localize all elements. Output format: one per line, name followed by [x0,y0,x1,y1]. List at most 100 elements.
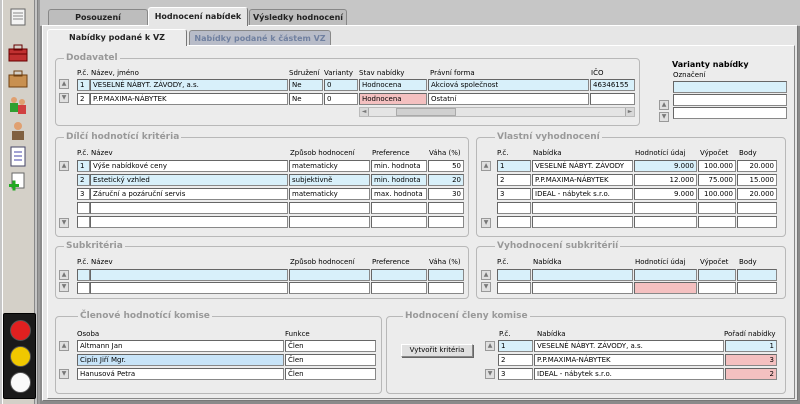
varianty-row1[interactable] [673,81,787,93]
subtab-nabidky-casti-vz[interactable]: Nabídky podané k částem VZ [189,30,331,46]
subkriteria-row1-nazev[interactable] [90,269,288,281]
clenem-row2-poradi[interactable]: 3 [725,354,777,366]
scroll-right-arrow[interactable]: ► [625,108,634,116]
scroll-down-arrow[interactable]: ▼ [59,93,69,103]
kriteria-row5-nazev[interactable] [90,216,288,228]
kriteria-row4-nazev[interactable] [90,202,288,214]
subkriteria-row2-vaha[interactable] [428,282,464,294]
kriteria-row5-vaha[interactable] [428,216,464,228]
vlastni-row4-vypocet[interactable] [698,202,736,214]
row2-sdruzeni[interactable]: Ne [289,93,323,105]
varianty-row3[interactable] [673,107,787,119]
varianty-up-arrow[interactable]: ▲ [659,100,669,110]
vlastni-row4-pc[interactable] [497,202,531,214]
row1-sdruzeni[interactable]: Ne [289,79,323,91]
subkriteria-row2-pc[interactable] [77,282,90,294]
kriteria-row5-pc[interactable] [77,216,90,228]
komise-down-arrow[interactable]: ▼ [59,369,69,379]
vytvorit-kriteria-button[interactable]: Vytvořit kritéria [401,344,473,357]
row2-stav[interactable]: Hodnocena [359,93,427,105]
varianty-down-arrow[interactable]: ▼ [659,112,669,122]
vlastni-row4-udaj[interactable] [634,202,697,214]
horizontal-scrollbar[interactable]: ◄ ► [359,107,635,117]
vlastni-row3-body[interactable]: 20.000 [737,188,777,200]
people-icon[interactable] [5,92,31,118]
row1-ico[interactable]: 46346155 [590,79,635,91]
kriteria-row2-pc[interactable]: 2 [77,174,90,186]
subkriteria-row2-pref[interactable] [371,282,427,294]
person-icon[interactable] [5,118,31,144]
row1-nazev[interactable]: VESELNÉ NÁBYT. ZÁVODY, a.s. [90,79,288,91]
vyhsub-row2-udaj[interactable] [634,282,697,294]
row2-ico[interactable] [590,93,635,105]
komise-row3-funkce[interactable]: Člen [285,368,376,380]
kriteria-row4-pref[interactable] [371,202,427,214]
kriteria-down-arrow[interactable]: ▼ [59,218,69,228]
vlastni-row5-udaj[interactable] [634,216,697,228]
kriteria-up-arrow[interactable]: ▲ [59,161,69,171]
vlastni-row3-udaj[interactable]: 9.000 [634,188,697,200]
vlastni-row1-pc[interactable]: 1 [497,160,531,172]
kriteria-row2-nazev[interactable]: Estetický vzhled [90,174,288,186]
clenem-up-arrow[interactable]: ▲ [485,341,495,351]
subkriteria-row2-zpusob[interactable] [289,282,370,294]
komise-row3-osoba[interactable]: Hanusová Petra [77,368,284,380]
clenem-row1-nabidka[interactable]: VESELNÉ NÁBYT. ZÁVODY, a.s. [534,340,724,352]
kriteria-row2-zpusob[interactable]: subjektivně [289,174,370,186]
kriteria-row4-pc[interactable] [77,202,90,214]
kriteria-row3-pref[interactable]: max. hodnota [371,188,427,200]
scrollbar-thumb[interactable] [396,108,456,116]
kriteria-row4-zpusob[interactable] [289,202,370,214]
kriteria-row2-vaha[interactable]: 20 [428,174,464,186]
vyhsub-row1-nabidka[interactable] [532,269,633,281]
vlastni-row2-body[interactable]: 15.000 [737,174,777,186]
kriteria-row1-pc[interactable]: 1 [77,160,90,172]
kriteria-row2-pref[interactable]: min. hodnota [371,174,427,186]
vlastni-row3-pc[interactable]: 3 [497,188,531,200]
clenem-row3-nabidka[interactable]: IDEAL - nábytek s.r.o. [534,368,724,380]
vyhsub-row1-pc[interactable] [497,269,531,281]
clenem-row1-pc[interactable]: 1 [498,340,533,352]
kriteria-row1-vaha[interactable]: 50 [428,160,464,172]
clenem-row2-pc[interactable]: 2 [498,354,533,366]
vyhsub-row1-udaj[interactable] [634,269,697,281]
row2-nazev[interactable]: P.P.MAXIMA-NÁBYTEK [90,93,288,105]
row2-forma[interactable]: Ostatní [428,93,589,105]
vyhsub-row2-vypocet[interactable] [698,282,736,294]
komise-row1-osoba[interactable]: Altmann Jan [77,340,284,352]
vlastni-row5-nabidka[interactable] [532,216,633,228]
vlastni-row5-body[interactable] [737,216,777,228]
document-icon[interactable] [5,4,31,30]
scroll-up-arrow[interactable]: ▲ [59,79,69,89]
row1-forma[interactable]: Akciová společnost [428,79,589,91]
kriteria-row3-zpusob[interactable]: matematicky [289,188,370,200]
vlastni-row1-udaj[interactable]: 9.000 [634,160,697,172]
tab-hodnoceni-nabidek[interactable]: Hodnocení nabídek [148,7,248,26]
subkriteria-row1-zpusob[interactable] [289,269,370,281]
tab-posouzeni[interactable]: Posouzení [48,9,148,26]
vlastni-up-arrow[interactable]: ▲ [481,161,491,171]
subkriteria-row1-pc[interactable] [77,269,90,281]
kriteria-row3-pc[interactable]: 3 [77,188,90,200]
komise-row1-funkce[interactable]: Člen [285,340,376,352]
kriteria-row1-pref[interactable]: min. hodnota [371,160,427,172]
vlastni-row3-nabidka[interactable]: IDEAL - nábytek s.r.o. [532,188,633,200]
vyhsub-row1-body[interactable] [737,269,777,281]
vlastni-row1-vypocet[interactable]: 100.000 [698,160,736,172]
row1-stav[interactable]: Hodnocena [359,79,427,91]
clenem-row1-poradi[interactable]: 1 [725,340,777,352]
row2-pc[interactable]: 2 [77,93,90,105]
varianty-row2[interactable] [673,94,787,106]
clenem-down-arrow[interactable]: ▼ [485,369,495,379]
vyhsub-row1-vypocet[interactable] [698,269,736,281]
clenem-row3-pc[interactable]: 3 [498,368,533,380]
vlastni-row2-vypocet[interactable]: 75.000 [698,174,736,186]
row2-varianty[interactable]: 0 [324,93,358,105]
komise-row2-osoba[interactable]: Cipín Jiří Mgr. [77,354,284,366]
subkriteria-down-arrow[interactable]: ▼ [59,282,69,292]
clenem-row2-nabidka[interactable]: P.P.MAXIMA-NÁBYTEK [534,354,724,366]
kriteria-row5-zpusob[interactable] [289,216,370,228]
row1-pc[interactable]: 1 [77,79,90,91]
kriteria-row3-nazev[interactable]: Záruční a pozáruční servis [90,188,288,200]
toolbox-icon[interactable] [5,40,31,66]
